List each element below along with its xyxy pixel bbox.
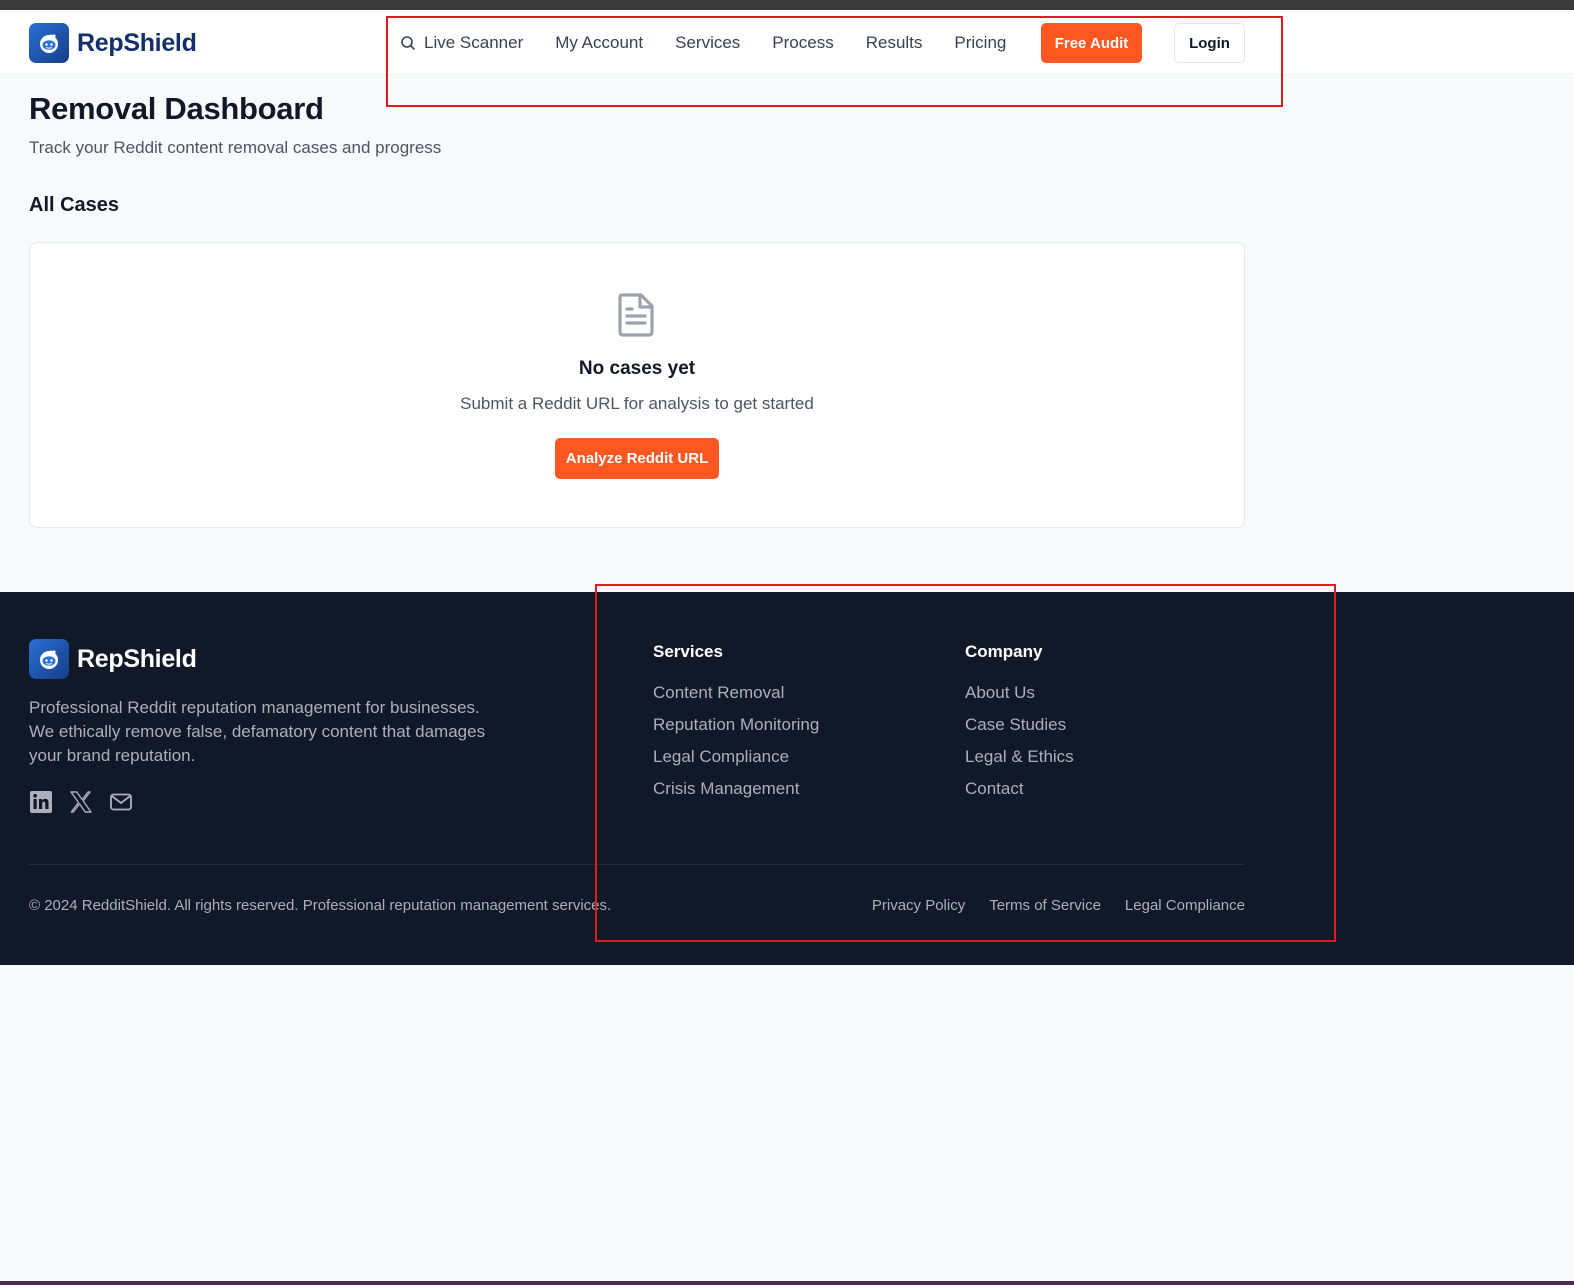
search-icon bbox=[401, 36, 415, 50]
x-icon[interactable] bbox=[69, 790, 93, 814]
legal-compliance-link[interactable]: Legal Compliance bbox=[1125, 897, 1245, 914]
document-icon bbox=[616, 292, 656, 343]
nav-label: Live Scanner bbox=[424, 33, 524, 52]
footer-link-reputation-monitoring[interactable]: Reputation Monitoring bbox=[653, 715, 819, 735]
reddit-shield-logo-icon bbox=[29, 23, 69, 63]
footer-link-legal-ethics[interactable]: Legal & Ethics bbox=[965, 747, 1074, 767]
footer-column-heading: Services bbox=[653, 642, 723, 661]
reddit-shield-logo-icon bbox=[29, 639, 69, 679]
copyright-text: © 2024 RedditShield. All rights reserved… bbox=[29, 897, 612, 914]
analyze-reddit-url-button[interactable]: Analyze Reddit URL bbox=[555, 438, 719, 479]
social-links bbox=[29, 790, 149, 814]
nav-live-scanner[interactable]: Live Scanner bbox=[400, 33, 523, 53]
main-nav: Live Scanner My Account Services Process… bbox=[400, 23, 1038, 63]
window-bottom-bar bbox=[0, 1281, 1574, 1285]
mail-icon[interactable] bbox=[109, 790, 133, 814]
footer-column-services: Services Content Removal Reputation Moni… bbox=[653, 642, 819, 811]
privacy-policy-link[interactable]: Privacy Policy bbox=[872, 897, 965, 914]
footer-link-crisis-management[interactable]: Crisis Management bbox=[653, 779, 819, 799]
empty-state-title: No cases yet bbox=[578, 358, 696, 379]
footer-link-about-us[interactable]: About Us bbox=[965, 683, 1074, 703]
nav-results[interactable]: Results bbox=[866, 33, 923, 53]
legal-links: Privacy Policy Terms of Service Legal Co… bbox=[848, 897, 1245, 914]
footer-link-contact[interactable]: Contact bbox=[965, 779, 1074, 799]
window-top-bar bbox=[0, 0, 1574, 10]
footer-link-legal-compliance[interactable]: Legal Compliance bbox=[653, 747, 819, 767]
linkedin-icon[interactable] bbox=[29, 790, 53, 814]
empty-state-subtitle: Submit a Reddit URL for analysis to get … bbox=[460, 394, 814, 413]
footer-link-case-studies[interactable]: Case Studies bbox=[965, 715, 1074, 735]
login-button[interactable]: Login bbox=[1174, 23, 1245, 63]
nav-process[interactable]: Process bbox=[772, 33, 833, 53]
section-title-all-cases: All Cases bbox=[29, 194, 120, 216]
free-audit-button[interactable]: Free Audit bbox=[1041, 23, 1142, 63]
terms-of-service-link[interactable]: Terms of Service bbox=[989, 897, 1101, 914]
footer-divider bbox=[29, 864, 1245, 865]
footer-description: Professional Reddit reputation managemen… bbox=[29, 698, 486, 765]
site-footer: RepShield Professional Reddit reputation… bbox=[0, 592, 1574, 965]
page-subtitle: Track your Reddit content removal cases … bbox=[29, 138, 442, 157]
footer-brand-logo[interactable]: RepShield bbox=[29, 639, 197, 679]
brand-logo[interactable]: RepShield bbox=[29, 23, 197, 63]
page-title: Removal Dashboard bbox=[29, 91, 324, 126]
nav-pricing[interactable]: Pricing bbox=[954, 33, 1006, 53]
footer-link-content-removal[interactable]: Content Removal bbox=[653, 683, 819, 703]
cases-empty-state-card: No cases yet Submit a Reddit URL for ana… bbox=[29, 242, 1245, 528]
footer-brand-name: RepShield bbox=[77, 644, 197, 673]
site-header: RepShield Live Scanner My Account Servic… bbox=[0, 10, 1574, 75]
footer-column-company: Company About Us Case Studies Legal & Et… bbox=[965, 642, 1074, 811]
nav-services[interactable]: Services bbox=[675, 33, 740, 53]
brand-name: RepShield bbox=[77, 28, 197, 57]
nav-my-account[interactable]: My Account bbox=[555, 33, 643, 53]
footer-column-heading: Company bbox=[965, 642, 1043, 661]
